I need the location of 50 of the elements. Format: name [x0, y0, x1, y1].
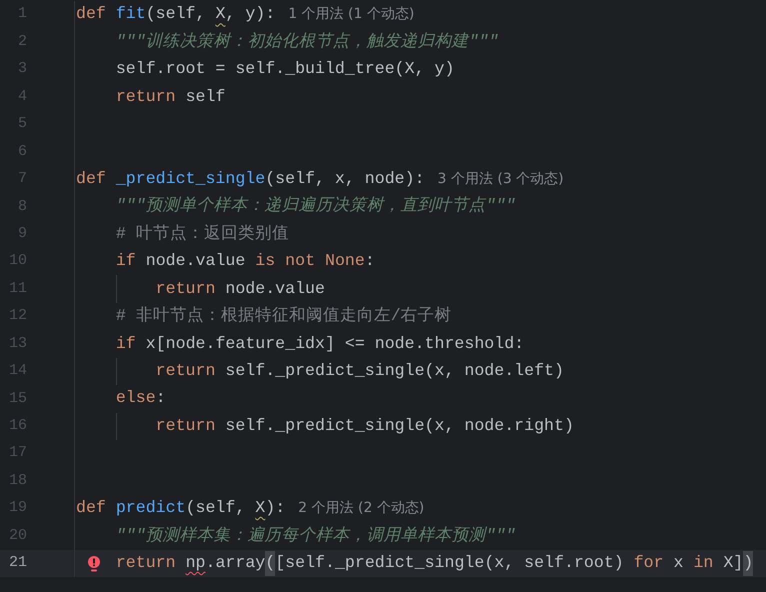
code-keyword: if — [116, 332, 136, 355]
docstring: """训练决策树：初始化根节点，触发递归构建""" — [116, 30, 499, 53]
code-text: x — [674, 552, 684, 574]
code-keyword: in — [693, 552, 714, 574]
code-text: , y): — [225, 3, 276, 26]
code-text: X — [255, 497, 266, 520]
function-name: fit — [116, 3, 146, 26]
code-comment: # 叶节点：返回类别值 — [116, 222, 289, 245]
code-text: .array — [205, 552, 266, 574]
code-text: (self, — [186, 497, 246, 520]
code-text: self — [186, 86, 226, 108]
code-text: np — [186, 552, 206, 574]
docstring: """预测样本集：遍历每个样本，调用单样本预测""" — [116, 524, 516, 547]
code-text: node.value — [225, 278, 325, 300]
error-icon[interactable] — [87, 556, 101, 572]
code-text: self.root = self._build_tree(X, y) — [116, 58, 454, 80]
code-text: self._predict_single(x, node.right) — [225, 414, 574, 437]
code-text: (self, x, node): — [265, 168, 425, 190]
code-keyword: def — [76, 3, 106, 26]
code-keyword: def — [76, 497, 106, 520]
usage-hint[interactable]: 2 个用法 (2 个动态) — [298, 498, 424, 520]
line-number: 21 — [8, 553, 27, 574]
code-keyword: else — [116, 387, 156, 410]
code-keyword: if — [116, 250, 136, 272]
code-keyword: return — [156, 360, 216, 382]
code-text: [self._predict_single(x, self.root) — [275, 552, 625, 574]
code-text: self._predict_single(x, node.left) — [225, 360, 564, 382]
code-keyword: for — [634, 552, 664, 574]
code-keyword: def — [76, 168, 106, 190]
code-text: (self, — [146, 3, 206, 26]
code-keyword: return — [156, 278, 216, 300]
code-text: X — [215, 3, 226, 26]
docstring: """预测单个样本：递归遍历决策树，直到叶节点""" — [116, 195, 516, 218]
code-text: : — [364, 250, 375, 272]
function-name: _predict_single — [116, 168, 266, 190]
code-comment: # 非叶节点：根据特征和阈值走向左/右子树 — [116, 305, 452, 328]
usage-hint[interactable]: 1 个用法 (1 个动态) — [288, 4, 414, 26]
code-text: x[node.feature_idx] <= node.threshold: — [146, 332, 524, 355]
code-text: : — [156, 387, 166, 410]
matched-bracket: ) — [743, 551, 754, 576]
code-keyword: is not None — [255, 250, 365, 272]
code-keyword: return — [116, 86, 176, 108]
code-text: node.value — [146, 250, 246, 272]
usage-hint[interactable]: 3 个用法 (3 个动态) — [438, 168, 564, 190]
matched-bracket: ( — [265, 551, 276, 576]
code-keyword: return — [156, 414, 216, 437]
code-keyword: return — [116, 552, 176, 574]
code-text: X] — [723, 552, 744, 574]
function-name: predict — [116, 497, 186, 520]
code-text: ): — [265, 497, 286, 520]
